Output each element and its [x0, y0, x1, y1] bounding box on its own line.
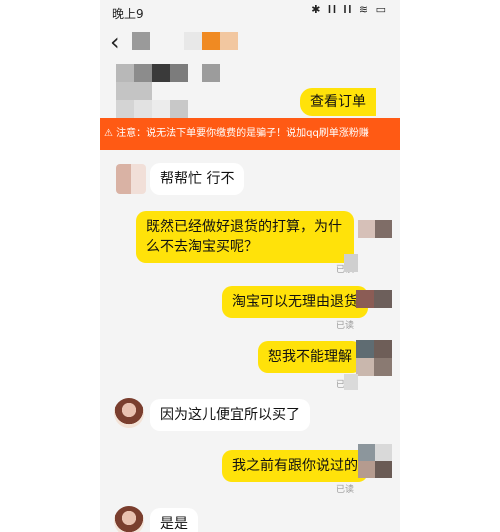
view-order-button[interactable]: 查看订单	[300, 88, 376, 116]
message-bubble-sent: 淘宝可以无理由退货	[222, 286, 368, 318]
message-bubble-sent: 我之前有跟你说过的	[222, 450, 368, 482]
chat-header: ‹	[100, 24, 400, 60]
censored-avatar[interactable]	[358, 220, 392, 238]
chat-screen: 晚上9 ✱ 𝐥𝐥 𝐥𝐥 ≋ ▭ ‹ 查看订单 ⚠ 注意：说无法下单要你缴费的是骗…	[100, 0, 400, 532]
censored-block	[344, 254, 358, 272]
message-bubble-sent: 恕我不能理解	[258, 341, 362, 373]
contact-avatar[interactable]	[114, 506, 144, 532]
censored-avatar[interactable]	[358, 444, 392, 478]
censored-product-card	[116, 64, 226, 118]
contact-avatar[interactable]	[114, 398, 144, 428]
read-receipt: 已读	[336, 321, 355, 331]
back-arrow-icon[interactable]: ‹	[110, 28, 120, 56]
message-bubble-received: 是是	[150, 508, 198, 532]
message-bubble-received: 帮帮忙 行不	[150, 163, 245, 195]
censored-contact-name	[132, 32, 252, 50]
scam-warning-banner: ⚠ 注意：说无法下单要你缴费的是骗子！说加qq刷单涨粉赚	[100, 118, 400, 150]
status-icons: ✱ 𝐥𝐥 𝐥𝐥 ≋ ▭	[311, 3, 388, 16]
contact-avatar[interactable]	[116, 164, 146, 194]
message-bubble-received: 因为这儿便宜所以买了	[150, 399, 310, 431]
censored-block	[344, 374, 358, 390]
status-time: 晚上9	[112, 7, 144, 21]
status-bar: 晚上9 ✱ 𝐥𝐥 𝐥𝐥 ≋ ▭	[100, 0, 400, 24]
censored-avatar[interactable]	[356, 340, 392, 376]
read-receipt: 已读	[336, 485, 355, 495]
censored-avatar[interactable]	[356, 290, 392, 308]
message-bubble-sent: 既然已经做好退货的打算，为什么不去淘宝买呢？	[136, 211, 354, 263]
